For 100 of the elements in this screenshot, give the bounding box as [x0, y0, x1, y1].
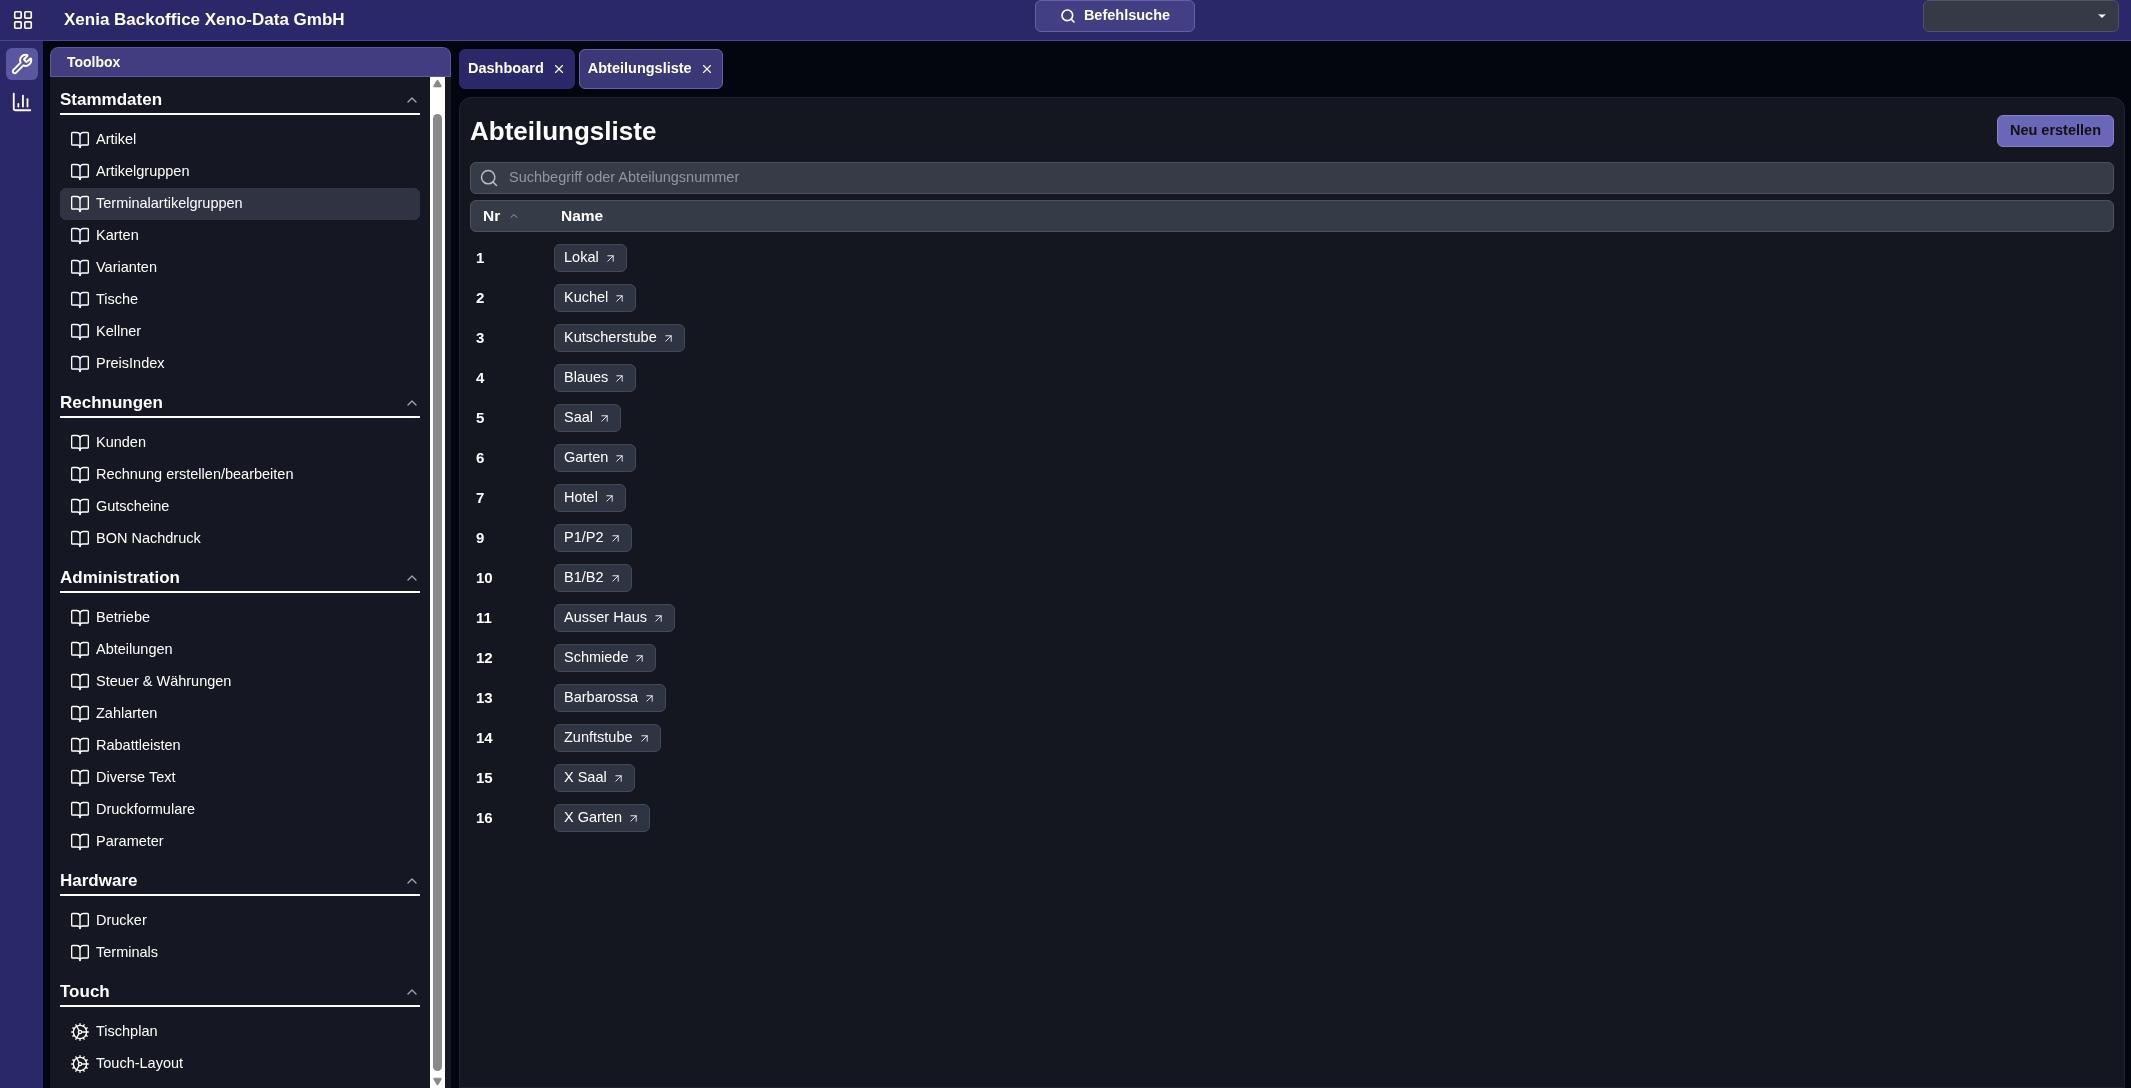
- section-title: Administration: [60, 567, 180, 590]
- sidebar-item[interactable]: Terminalartikelgruppen: [60, 188, 420, 220]
- book-icon: [70, 704, 90, 724]
- book-icon: [70, 800, 90, 820]
- sidebar-item[interactable]: Touch-Layout: [60, 1048, 420, 1080]
- table-cell-text: 11: [476, 607, 493, 628]
- table-cell-text: 7: [476, 487, 486, 508]
- scroll-down-icon[interactable]: [433, 1077, 442, 1086]
- sidebar-item[interactable]: Tische: [60, 284, 420, 316]
- gear-icon: [70, 1022, 90, 1042]
- book-icon: [70, 290, 90, 310]
- sidebar-item[interactable]: Kunden: [60, 427, 420, 459]
- sidebar-item[interactable]: Rabattleisten: [60, 730, 420, 762]
- sidebar-item[interactable]: Karten: [60, 220, 420, 252]
- tab[interactable]: Abteilungsliste: [578, 49, 723, 89]
- book-icon: [70, 354, 90, 374]
- table-cell-text: 4: [476, 367, 486, 388]
- sidebar-item[interactable]: Artikelgruppen: [60, 156, 420, 188]
- department-link[interactable]: Blaues: [554, 364, 637, 392]
- sidebar-item[interactable]: Artikel: [60, 124, 420, 156]
- sidebar-item[interactable]: BON Nachdruck: [60, 523, 420, 555]
- book-icon: [70, 672, 90, 692]
- book-icon: [70, 608, 90, 628]
- department-link[interactable]: Hotel: [554, 484, 626, 512]
- book-icon: [70, 640, 90, 660]
- department-link[interactable]: X Saal: [554, 764, 635, 792]
- sidebar-item[interactable]: Gutscheine: [60, 491, 420, 523]
- table-cell-text: 16: [476, 807, 494, 828]
- table-cell-text: 6: [476, 447, 486, 468]
- book-icon: [70, 911, 90, 931]
- table-cell-text: 5: [476, 407, 486, 428]
- department-link[interactable]: Lokal: [554, 244, 627, 272]
- table-cell-text: 9: [476, 527, 486, 548]
- book-icon: [70, 226, 90, 246]
- scroll-up-icon[interactable]: [433, 79, 442, 88]
- book-icon: [70, 258, 90, 278]
- book-icon: [70, 465, 90, 485]
- table-cell-text: 12: [476, 647, 494, 668]
- sidebar-item[interactable]: Steuer & Währungen: [60, 666, 420, 698]
- department-link[interactable]: Kutscherstube: [554, 324, 685, 352]
- section-title: Hardware: [60, 870, 138, 893]
- column-header[interactable]: Name: [561, 204, 604, 228]
- department-link[interactable]: Garten: [554, 444, 637, 472]
- app-title: Xenia Backoffice Xeno-Data GmbH: [64, 9, 345, 32]
- sidebar-item[interactable]: Kellner: [60, 316, 420, 348]
- tab[interactable]: Dashboard: [459, 49, 575, 89]
- sidebar-item[interactable]: Parameter: [60, 826, 420, 858]
- search-field[interactable]: Suchbegriff oder Abteilungsnummer: [470, 162, 2114, 194]
- new-button[interactable]: Neu erstellen: [1996, 115, 2114, 147]
- sidebar-item[interactable]: Varianten: [60, 252, 420, 284]
- department-link[interactable]: Kuchel: [554, 284, 637, 312]
- tools-icon: [10, 53, 33, 75]
- sidebar-item[interactable]: Zahlarten: [60, 698, 420, 730]
- department-link[interactable]: X Garten: [554, 804, 651, 832]
- app-grid-icon[interactable]: [12, 9, 34, 31]
- book-icon: [70, 529, 90, 549]
- table-cell-text: 2: [476, 287, 486, 308]
- book-icon: [70, 322, 90, 342]
- gear-icon: [70, 1054, 90, 1074]
- department-link[interactable]: B1/B2: [554, 564, 632, 592]
- page-title: Abteilungsliste: [470, 114, 657, 148]
- sidebar-item[interactable]: Diverse Text: [60, 762, 420, 794]
- sidebar-item[interactable]: Betriebe: [60, 602, 420, 634]
- table-cell-text: 10: [476, 567, 494, 588]
- department-link[interactable]: Zunftstube: [554, 724, 661, 752]
- toolbox-header: Toolbox: [50, 47, 451, 77]
- department-link[interactable]: P1/P2: [554, 524, 632, 552]
- sidebar-item[interactable]: Rechnung erstellen/bearbeiten: [60, 459, 420, 491]
- table-cell-text: 15: [476, 767, 494, 788]
- section-title: Stammdaten: [60, 89, 163, 112]
- department-link[interactable]: Saal: [554, 404, 622, 432]
- table-cell-text: 13: [476, 687, 494, 708]
- sidebar-item[interactable]: Tischplan: [60, 1016, 420, 1048]
- search-input[interactable]: Suchbegriff oder Abteilungsnummer: [509, 167, 2105, 189]
- book-icon: [70, 497, 90, 517]
- table-cell-text: 14: [476, 727, 494, 748]
- scrollbar[interactable]: [430, 77, 445, 1088]
- section-title: Rechnungen: [60, 392, 163, 415]
- book-icon: [70, 832, 90, 852]
- table-cell-text: 1: [476, 247, 486, 268]
- column-header[interactable]: Nr: [483, 204, 501, 228]
- bar-chart-icon: [10, 91, 33, 113]
- department-link[interactable]: Ausser Haus: [554, 604, 675, 632]
- book-icon: [70, 768, 90, 788]
- sidebar-item[interactable]: Abteilungen: [60, 634, 420, 666]
- sidebar-item[interactable]: Druckformulare: [60, 794, 420, 826]
- rail-button[interactable]: [5, 48, 38, 80]
- search-icon: [479, 168, 499, 188]
- book-icon: [70, 162, 90, 182]
- department-link[interactable]: Schmiede: [554, 644, 657, 672]
- sidebar-item[interactable]: Terminals: [60, 937, 420, 969]
- search-icon: [1059, 8, 1076, 24]
- book-icon: [70, 736, 90, 756]
- sidebar-item[interactable]: Drucker: [60, 905, 420, 937]
- sidebar-item[interactable]: PreisIndex: [60, 348, 420, 380]
- book-icon: [70, 130, 90, 150]
- department-link[interactable]: Barbarossa: [554, 684, 667, 712]
- section-title: Touch: [60, 981, 110, 1004]
- book-icon: [70, 194, 90, 214]
- command-search-button[interactable]: Befehlsuche: [1035, 0, 1195, 32]
